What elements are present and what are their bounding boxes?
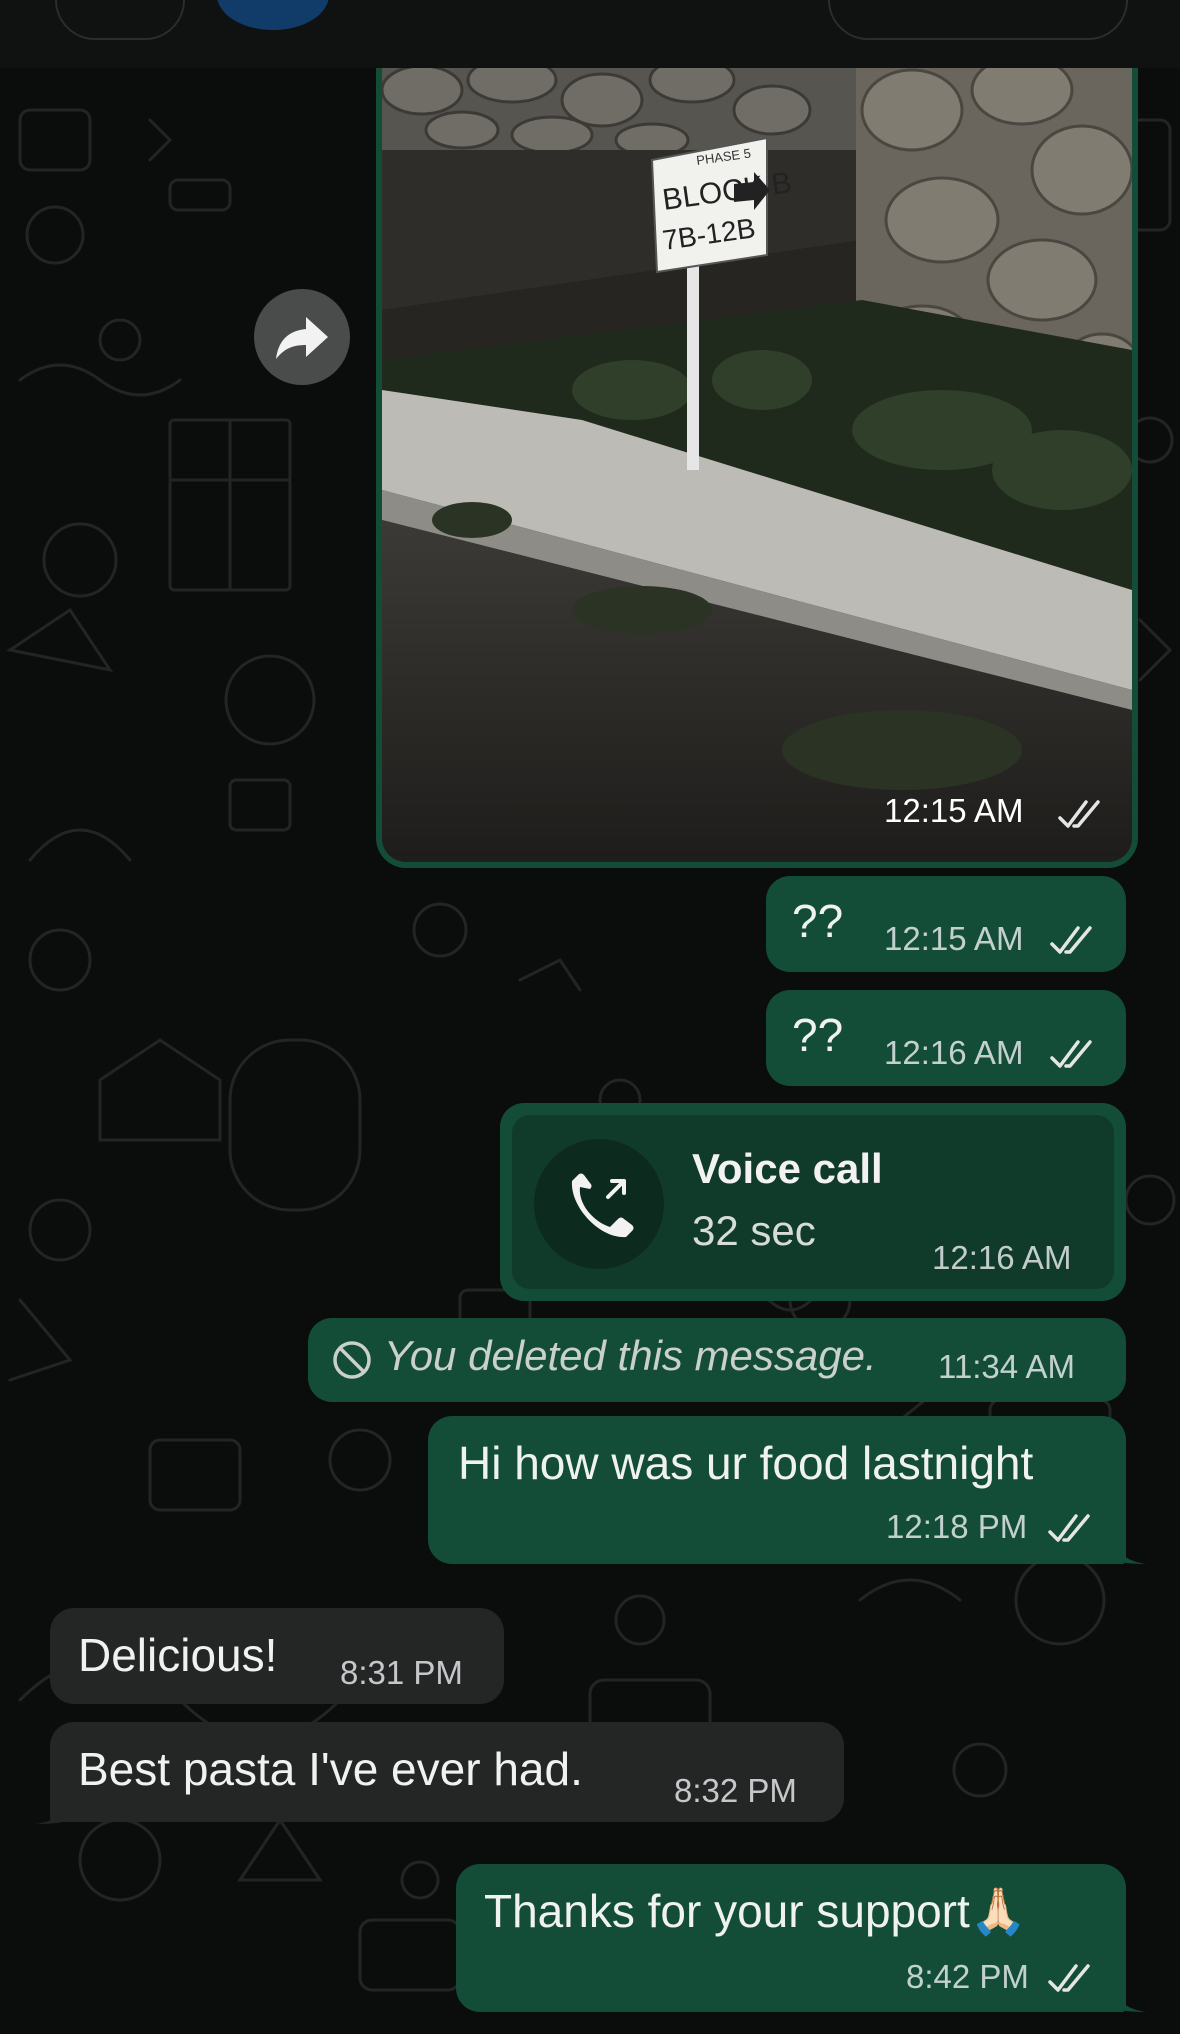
message-time: 8:32 PM [674,1772,797,1809]
bubble-tail [36,1794,72,1824]
call-icon-circle [534,1139,664,1269]
deleted-message[interactable]: You deleted this message. 11:34 AM [308,1318,1126,1402]
message-bubble[interactable]: ?? 12:15 AM [766,876,1126,972]
chat-header [0,0,1180,68]
message-time: 8:31 PM [340,1654,463,1691]
double-check-icon [1048,1964,1090,1992]
message-bubble[interactable]: ?? 12:16 AM [766,990,1126,1086]
back-button[interactable] [55,0,185,40]
message-bubble[interactable]: Hi how was ur food lastnight 12:18 PM [428,1416,1126,1564]
message-time: 12:16 AM [884,1034,1024,1071]
message-text: Thanks for your support🙏🏻 [484,1885,1028,1937]
message-time: 8:42 PM [906,1958,1029,1995]
message-text: Delicious! [78,1629,278,1681]
message-text: ?? [792,895,844,947]
message-text: Hi how was ur food lastnight [458,1437,1034,1489]
photo: PHASE 5 BLOCK B 7B-12B [382,50,1132,856]
call-title: Voice call [692,1145,883,1192]
voice-call-message[interactable]: Voice call 32 sec 12:16 AM [500,1103,1126,1301]
forward-arrow-icon [276,317,328,359]
double-check-icon [1058,800,1100,828]
message-time: 11:34 AM [938,1348,1075,1385]
message-time: 12:16 AM [932,1239,1072,1276]
forward-button[interactable] [254,289,350,385]
message-text: ?? [792,1009,844,1061]
header-actions[interactable] [828,0,1128,40]
message-bubble[interactable]: Best pasta I've ever had. 8:32 PM [50,1722,844,1822]
bubble-tail [1110,1982,1146,2012]
double-check-icon [1050,926,1092,954]
contact-avatar[interactable] [217,0,329,30]
message-time: 12:15 AM [884,920,1024,957]
double-check-icon [1048,1514,1090,1542]
bubble-tail [1110,1534,1146,1564]
message-time: 12:18 PM [886,1508,1028,1545]
image-message[interactable]: PHASE 5 BLOCK B 7B-12B 12:15 AM [376,50,1138,868]
double-check-icon [1050,1040,1092,1068]
outgoing-call-icon [571,1173,634,1238]
blocked-icon [333,1341,371,1379]
message-text: Best pasta I've ever had. [78,1743,583,1795]
message-bubble[interactable]: Delicious! 8:31 PM [50,1608,504,1704]
message-time: 12:15 AM [884,792,1024,829]
call-duration: 32 sec [692,1207,816,1254]
message-bubble[interactable]: Thanks for your support🙏🏻 8:42 PM [456,1864,1126,2012]
deleted-text: You deleted this message. [384,1332,877,1379]
